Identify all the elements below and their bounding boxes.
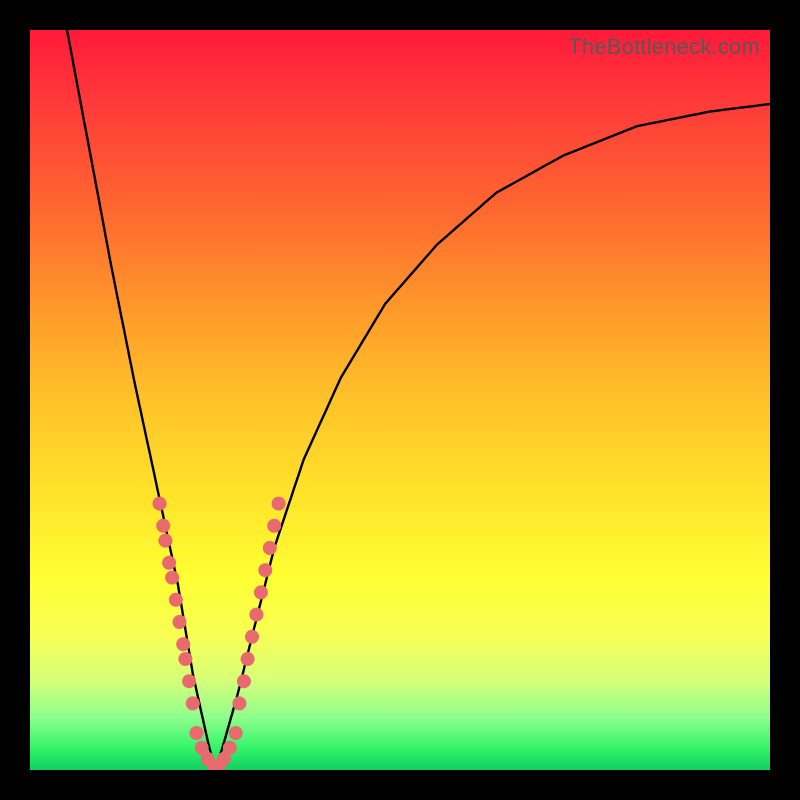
data-point <box>176 637 190 651</box>
data-point <box>229 726 243 740</box>
data-point <box>165 571 179 585</box>
data-point <box>162 556 176 570</box>
data-point <box>241 652 255 666</box>
data-point <box>254 585 268 599</box>
data-point <box>272 497 286 511</box>
data-point <box>232 696 246 710</box>
data-point <box>178 652 192 666</box>
sample-points-left <box>153 497 200 711</box>
data-point <box>267 519 281 533</box>
data-point <box>237 674 251 688</box>
data-point <box>190 726 204 740</box>
data-point <box>153 497 167 511</box>
data-point <box>156 519 170 533</box>
sample-points-bottom <box>190 726 243 770</box>
data-point <box>182 674 196 688</box>
plot-area: TheBottleneck.com <box>30 30 770 770</box>
data-point <box>258 563 272 577</box>
data-point <box>169 593 183 607</box>
outer-frame: TheBottleneck.com <box>0 0 800 800</box>
data-point <box>223 741 237 755</box>
data-point <box>245 630 259 644</box>
sample-points-right <box>232 497 285 711</box>
data-point <box>186 696 200 710</box>
bottleneck-curve <box>67 30 770 770</box>
chart-svg <box>30 30 770 770</box>
data-point <box>249 608 263 622</box>
data-point <box>173 615 187 629</box>
data-point <box>158 534 172 548</box>
data-point <box>263 541 277 555</box>
